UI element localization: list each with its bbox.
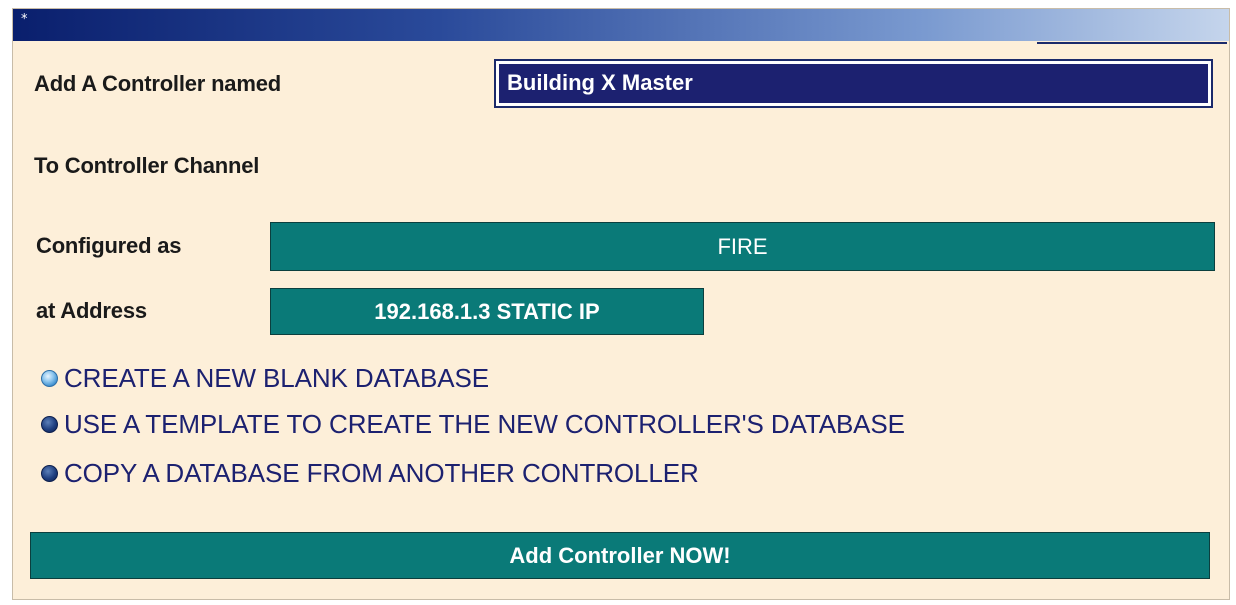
option-create-blank-database[interactable]: CREATE A NEW BLANK DATABASE — [41, 363, 489, 394]
title-asterisk-icon: * — [21, 12, 28, 27]
add-controller-window: * Add A Controller named Building X Mast… — [12, 8, 1230, 600]
option-label: USE A TEMPLATE TO CREATE THE NEW CONTROL… — [64, 409, 905, 439]
title-divider — [1037, 42, 1227, 44]
option-label: CREATE A NEW BLANK DATABASE — [64, 363, 489, 393]
controller-name-field-frame: Building X Master — [494, 59, 1213, 108]
controller-name-input[interactable]: Building X Master — [499, 64, 1208, 103]
radio-selected-icon[interactable] — [41, 370, 58, 387]
address-label: at Address — [36, 298, 147, 323]
configured-as-field[interactable]: FIRE — [270, 222, 1215, 271]
controller-channel-label: To Controller Channel — [34, 153, 260, 178]
add-controller-button[interactable]: Add Controller NOW! — [30, 532, 1210, 579]
option-use-template[interactable]: USE A TEMPLATE TO CREATE THE NEW CONTROL… — [41, 409, 905, 440]
radio-unselected-icon[interactable] — [41, 416, 58, 433]
radio-unselected-icon[interactable] — [41, 465, 58, 482]
configured-as-label: Configured as — [36, 233, 182, 258]
option-copy-database[interactable]: COPY A DATABASE FROM ANOTHER CONTROLLER — [41, 458, 699, 489]
controller-name-label: Add A Controller named — [34, 71, 281, 96]
option-label: COPY A DATABASE FROM ANOTHER CONTROLLER — [64, 458, 699, 488]
address-field[interactable]: 192.168.1.3 STATIC IP — [270, 288, 704, 335]
title-bar[interactable]: * — [13, 9, 1229, 41]
